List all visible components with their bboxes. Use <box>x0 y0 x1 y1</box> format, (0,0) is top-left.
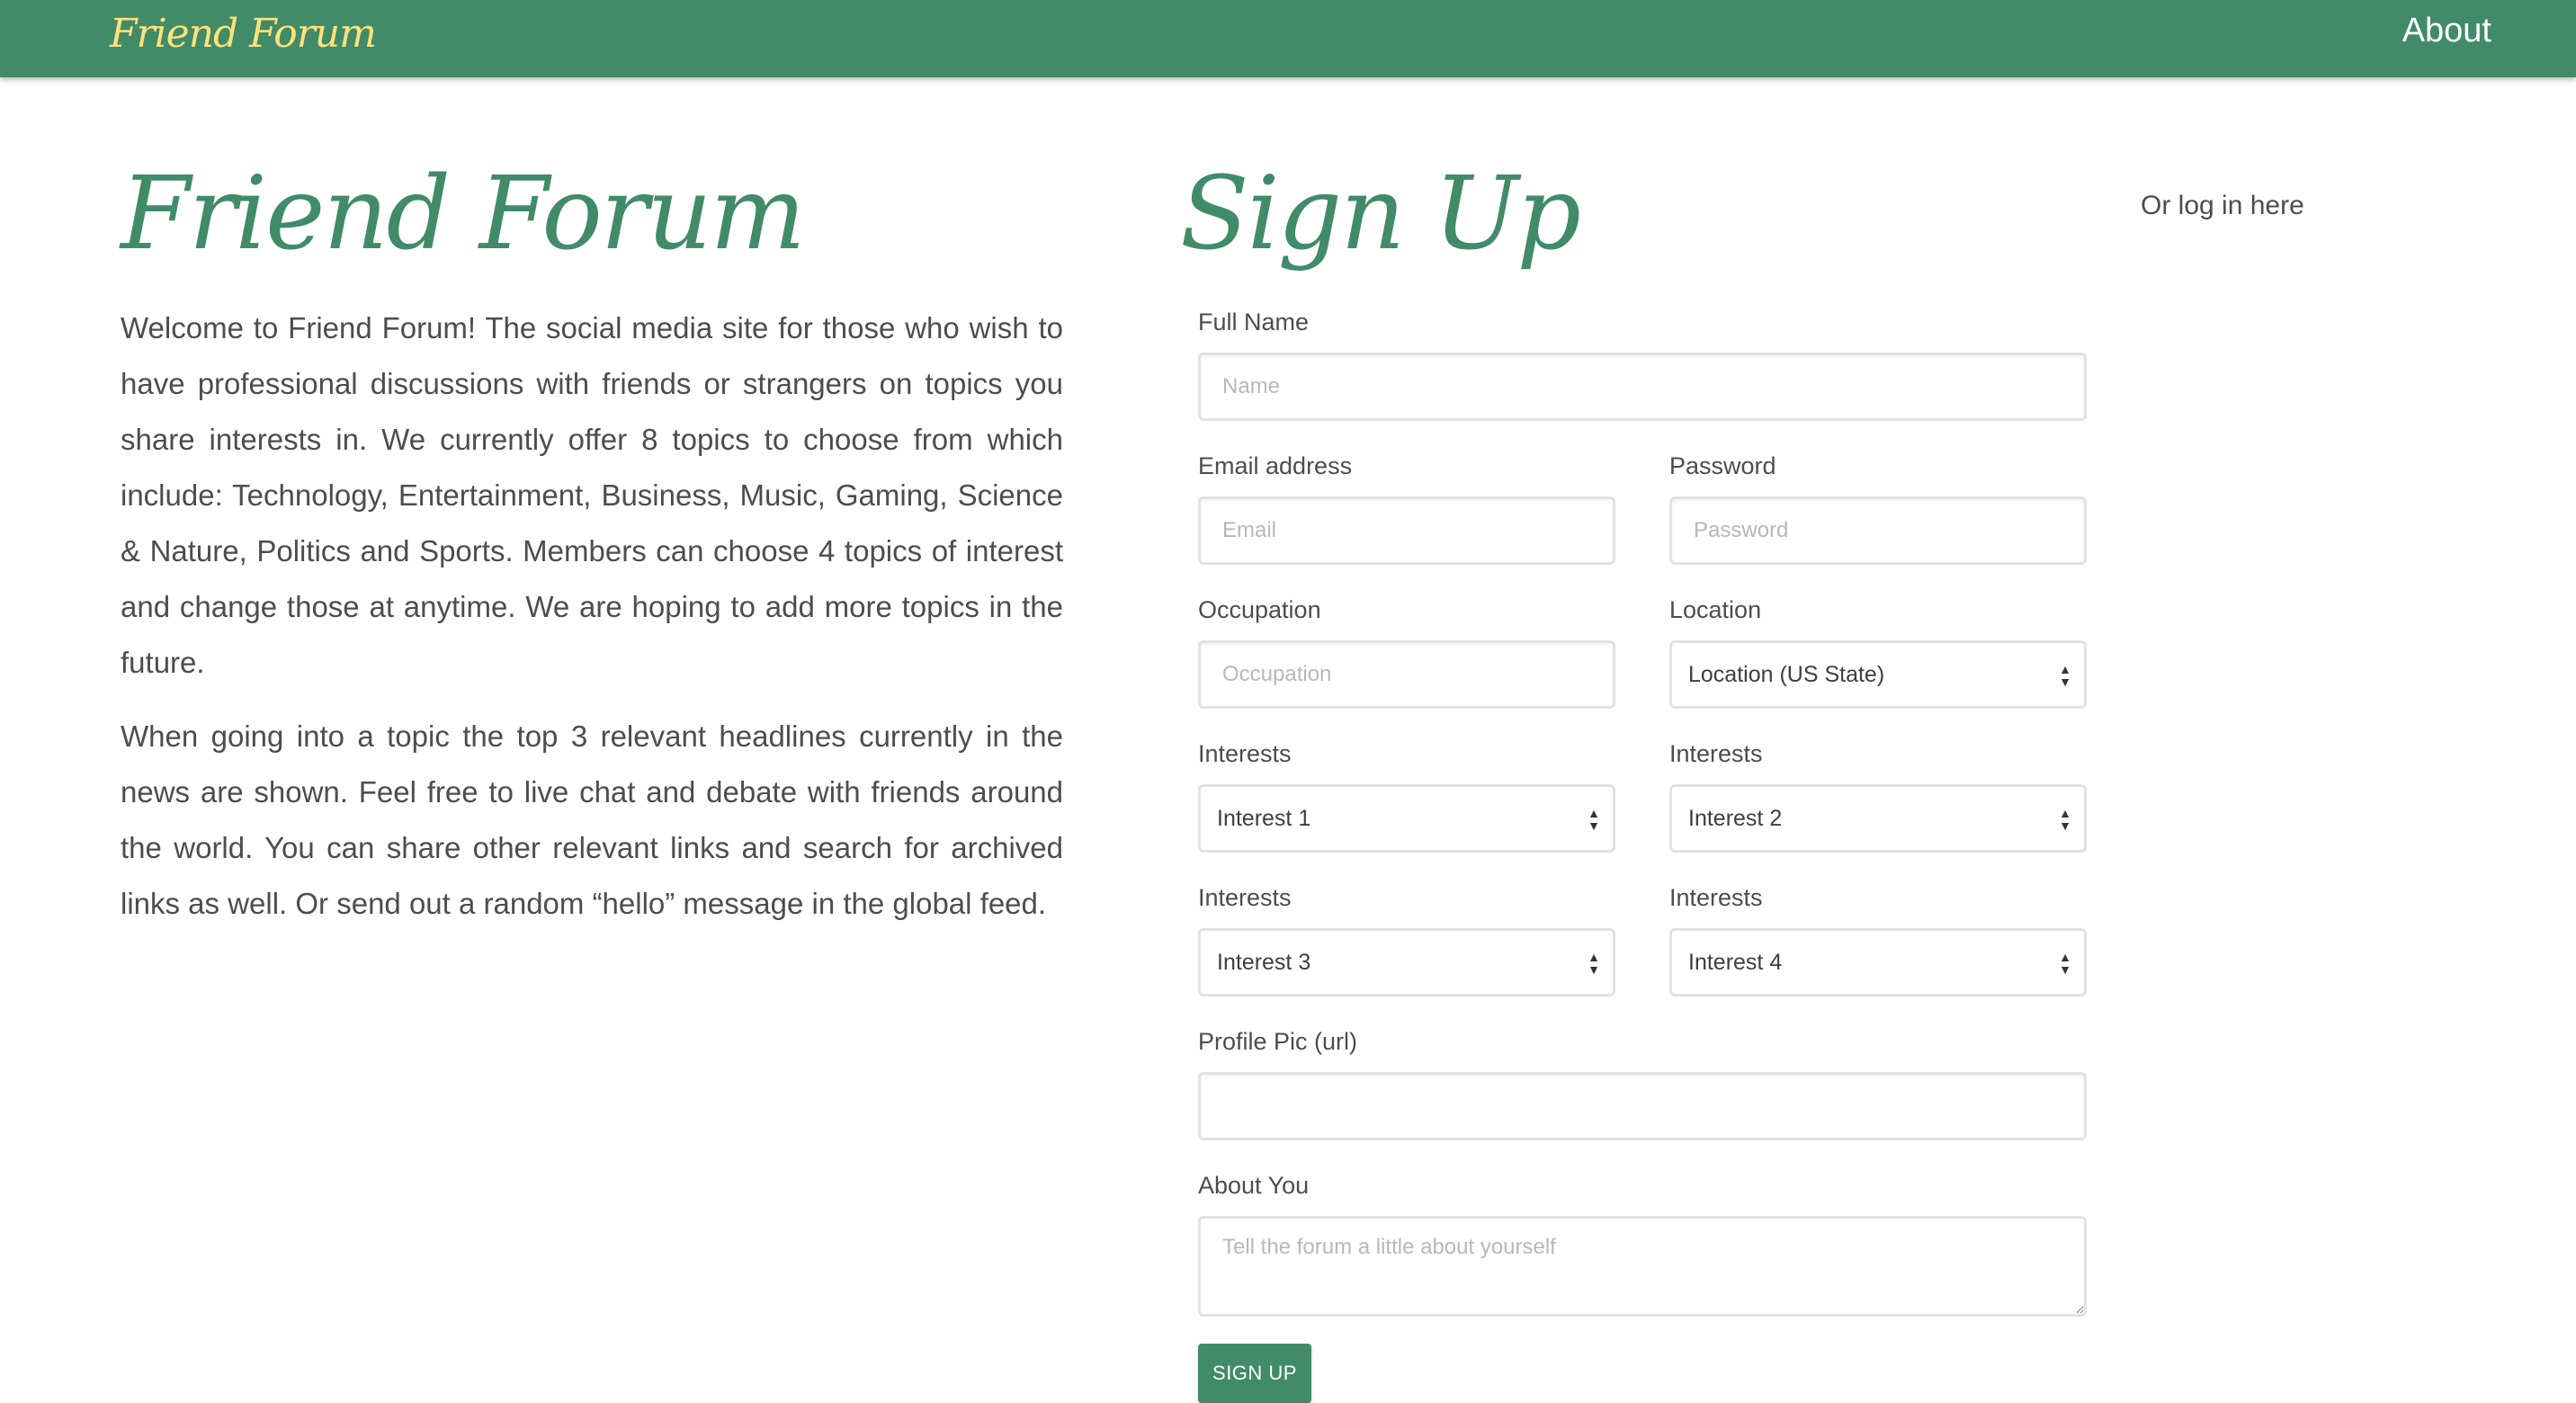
interest4-select[interactable]: Interest 4 ▲ ▼ <box>1669 928 2087 996</box>
occupation-label: Occupation <box>1198 596 1321 623</box>
occupation-input[interactable] <box>1198 640 1615 709</box>
top-navbar: Friend Forum About <box>0 0 2576 77</box>
profile-pic-input[interactable] <box>1198 1072 2087 1140</box>
about-textarea[interactable] <box>1198 1216 2087 1317</box>
interest1-select[interactable]: Interest 1 ▲ ▼ <box>1198 784 1615 853</box>
hero-title: Friend Forum <box>121 156 806 273</box>
password-input[interactable] <box>1669 496 2087 565</box>
interest2-label: Interests <box>1669 740 1763 767</box>
select-arrows-icon: ▲ ▼ <box>1588 950 1600 977</box>
select-arrows-icon: ▲ ▼ <box>2059 950 2071 977</box>
location-select-value: Location (US State) <box>1688 662 1885 687</box>
interest4-label: Interests <box>1669 884 1763 911</box>
select-arrows-icon: ▲ ▼ <box>2059 662 2071 689</box>
login-link[interactable]: Or log in here <box>2141 187 2304 225</box>
full-name-input[interactable] <box>1198 353 2087 421</box>
email-label: Email address <box>1198 452 1353 479</box>
password-label: Password <box>1669 452 1776 479</box>
interest3-select-value: Interest 3 <box>1217 950 1311 975</box>
interest2-select-value: Interest 2 <box>1688 806 1783 831</box>
location-select[interactable]: Location (US State) ▲ ▼ <box>1669 640 2087 709</box>
intro-paragraph: When going into a topic the top 3 releva… <box>121 719 1063 920</box>
interest3-label: Interests <box>1198 884 1292 911</box>
select-arrows-icon: ▲ ▼ <box>2059 806 2071 833</box>
interest4-select-value: Interest 4 <box>1688 950 1783 975</box>
email-input[interactable] <box>1198 496 1615 565</box>
about-label: About You <box>1198 1172 1310 1199</box>
navbar-brand[interactable]: Friend Forum <box>110 7 377 61</box>
interest1-select-value: Interest 1 <box>1217 806 1311 831</box>
signup-title: Sign Up <box>1180 156 1581 273</box>
profile-pic-label: Profile Pic (url) <box>1198 1028 1358 1055</box>
interest1-label: Interests <box>1198 740 1292 767</box>
interest3-select[interactable]: Interest 3 ▲ ▼ <box>1198 928 1615 996</box>
intro-text: Welcome to Friend Forum! The social medi… <box>121 300 1063 950</box>
location-label: Location <box>1669 596 1762 623</box>
intro-paragraph: Welcome to Friend Forum! The social medi… <box>121 311 1063 679</box>
nav-about-link[interactable]: About <box>2402 7 2491 54</box>
interest2-select[interactable]: Interest 2 ▲ ▼ <box>1669 784 2087 853</box>
sign-up-button[interactable]: SIGN UP <box>1198 1344 1311 1403</box>
full-name-label: Full Name <box>1198 308 1310 335</box>
select-arrows-icon: ▲ ▼ <box>1588 806 1600 833</box>
